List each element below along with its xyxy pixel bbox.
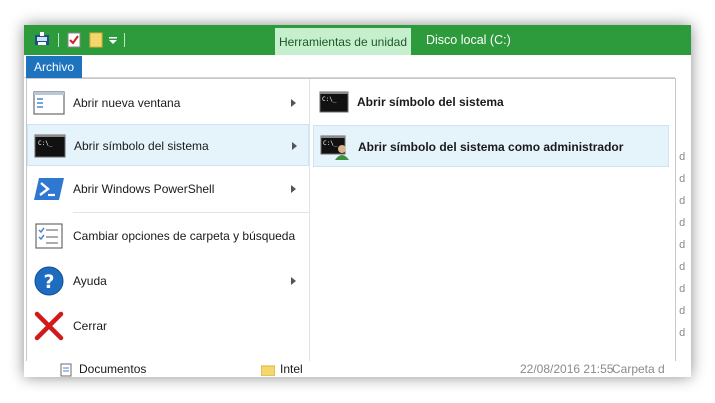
cmd-icon: C:\_ — [319, 91, 349, 113]
submenu-arrow-icon — [292, 142, 297, 150]
new-folder-icon[interactable] — [88, 31, 104, 49]
menu-item-label: Cambiar opciones de carpeta y búsqueda — [73, 229, 296, 243]
menu-item-open-new-window[interactable]: Abrir nueva ventana — [27, 82, 309, 124]
menu-item-close[interactable]: Cerrar — [27, 305, 309, 347]
document-icon — [60, 363, 72, 377]
window-title: Disco local (C:) — [426, 33, 511, 47]
submenu-item-open-command-prompt-admin[interactable]: C:\_ Abrir símbolo del sistema como admi… — [313, 125, 669, 167]
explorer-window: Herramientas de unidad Disco local (C:) … — [24, 25, 691, 377]
file-menu-left-pane: Abrir nueva ventana C:\_ Abrir símbolo d… — [27, 79, 309, 362]
submenu-arrow-icon — [291, 99, 296, 107]
file-date: 22/08/2016 21:55 — [520, 362, 614, 376]
menu-item-help[interactable]: ? Ayuda — [27, 260, 309, 302]
svg-text:C:\_: C:\_ — [323, 140, 338, 147]
folder-icon — [261, 365, 275, 376]
tab-drive-tools[interactable]: Herramientas de unidad — [275, 28, 411, 55]
menu-item-label: Cerrar — [73, 319, 108, 333]
submenu-arrow-icon — [291, 185, 296, 193]
folder-options-icon — [35, 223, 63, 249]
file-type: Carpeta d — [612, 362, 665, 376]
close-icon — [34, 311, 64, 341]
submenu-item-label: Abrir símbolo del sistema como administr… — [358, 140, 624, 154]
menu-item-label: Abrir Windows PowerShell — [73, 182, 215, 196]
help-icon: ? — [34, 266, 64, 296]
powershell-icon — [34, 178, 64, 200]
submenu-item-label: Abrir símbolo del sistema — [357, 95, 504, 109]
submenu-pane: C:\_ Abrir símbolo del sistema C:\_ Abri… — [310, 79, 675, 362]
menu-item-open-command-prompt[interactable]: C:\_ Abrir símbolo del sistema — [27, 124, 309, 166]
nav-item-documents[interactable]: Documentos — [79, 362, 146, 376]
svg-text:C:\_: C:\_ — [38, 140, 53, 147]
menu-item-label: Abrir símbolo del sistema — [74, 139, 209, 153]
file-list-peek: Documentos Intel 22/08/2016 21:55 Carpet… — [24, 361, 691, 377]
cmd-icon: C:\_ — [34, 134, 66, 158]
cmd-admin-icon: C:\_ — [320, 135, 349, 160]
customize-dropdown-icon[interactable] — [108, 31, 118, 49]
svg-text:C:\_: C:\_ — [322, 96, 337, 103]
save-icon[interactable] — [34, 31, 50, 49]
submenu-arrow-icon — [291, 277, 296, 285]
menu-item-open-powershell[interactable]: Abrir Windows PowerShell — [27, 168, 309, 210]
submenu-item-open-command-prompt[interactable]: C:\_ Abrir símbolo del sistema — [313, 81, 669, 123]
menu-divider — [73, 212, 309, 213]
menu-item-folder-options[interactable]: Cambiar opciones de carpeta y búsqueda — [27, 215, 309, 257]
menu-item-label: Ayuda — [73, 274, 107, 288]
svg-text:?: ? — [43, 271, 54, 293]
title-bar: Herramientas de unidad Disco local (C:) — [24, 25, 691, 55]
properties-icon[interactable] — [66, 31, 82, 49]
menu-item-label: Abrir nueva ventana — [73, 96, 181, 110]
tab-file[interactable]: Archivo — [26, 56, 82, 78]
file-name[interactable]: Intel — [280, 362, 303, 376]
qa-separator — [58, 33, 59, 47]
file-menu: Abrir nueva ventana C:\_ Abrir símbolo d… — [26, 78, 676, 363]
window-icon — [33, 91, 65, 115]
ribbon-bar — [24, 55, 691, 78]
qa-separator — [124, 33, 125, 47]
